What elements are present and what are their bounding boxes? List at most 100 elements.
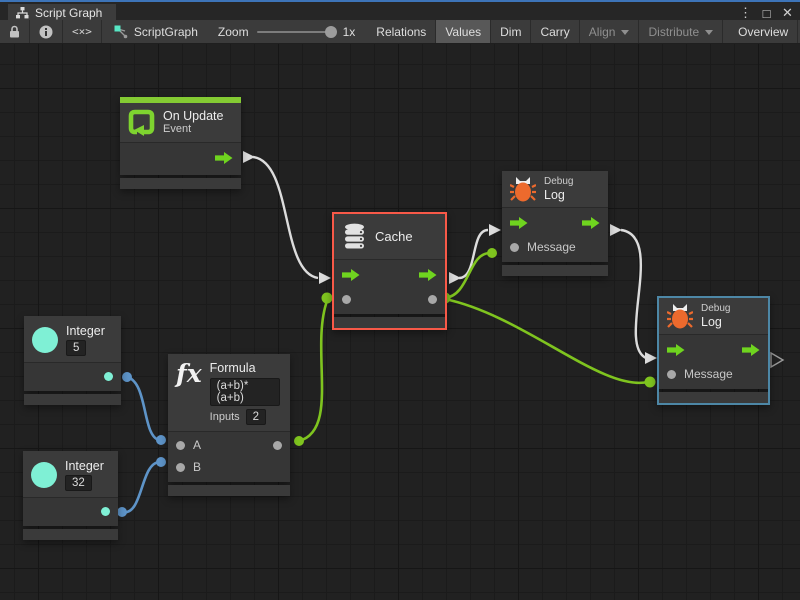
node-footer (659, 392, 768, 403)
zoom-slider-handle[interactable] (325, 26, 337, 38)
integer-icon (32, 327, 58, 353)
flow-out-port[interactable] (215, 152, 233, 164)
node-title: Cache (375, 230, 413, 244)
node-footer (168, 485, 290, 496)
port-label: B (193, 460, 201, 474)
flow-connector-cache-out[interactable] (449, 272, 461, 284)
wire-onupdate-to-cache[interactable] (253, 157, 318, 278)
node-subtitle: Event (163, 123, 191, 136)
window-titlebar: Script Graph ⋮ □ ✕ (0, 0, 800, 20)
bug-icon (667, 303, 693, 329)
wire-log1-to-log2[interactable] (621, 230, 646, 358)
flow-in-port[interactable] (510, 217, 528, 229)
info-button[interactable] (30, 20, 63, 43)
flow-connector-log1-in[interactable] (489, 224, 501, 236)
flow-connector-log2-in[interactable] (645, 352, 657, 364)
value-endpoint[interactable] (122, 372, 132, 382)
inputs-label: Inputs (210, 411, 240, 424)
bug-icon (510, 176, 536, 202)
graph-toolbar: <×> ScriptGraph Zoom 1x Relations Values… (0, 20, 800, 44)
graph-name-label: ScriptGraph (134, 25, 198, 39)
port-label: Message (684, 367, 733, 381)
node-kicker: Debug (701, 303, 730, 315)
node-integer-1[interactable]: Integer 5 (24, 316, 121, 405)
value-out-port[interactable] (428, 295, 437, 304)
node-footer (502, 265, 608, 276)
lock-button[interactable] (0, 20, 30, 43)
node-title: Log (701, 315, 722, 329)
value-in-port[interactable] (342, 295, 351, 304)
node-footer (120, 178, 241, 189)
wire-cache-to-log2-message[interactable] (445, 299, 648, 383)
chevron-down-icon (705, 30, 713, 35)
node-debug-log-2[interactable]: Debug Log Message (659, 298, 768, 403)
value-endpoint[interactable] (117, 507, 127, 517)
wire-integer32-to-formula-b[interactable] (122, 462, 159, 512)
dim-button[interactable]: Dim (491, 20, 531, 43)
zoom-value: 1x (343, 25, 356, 39)
node-debug-log-1[interactable]: Debug Log Message (502, 171, 608, 276)
port-label: Message (527, 240, 576, 254)
graph-canvas[interactable]: On Update Event (0, 44, 800, 600)
inputs-count-field[interactable]: 2 (246, 409, 266, 425)
relations-button[interactable]: Relations (367, 20, 436, 43)
loop-event-icon (128, 109, 155, 136)
message-in-port[interactable] (510, 243, 519, 252)
window-menu-icon[interactable]: ⋮ (737, 5, 754, 21)
value-endpoint[interactable] (156, 457, 166, 467)
value-out-port[interactable] (273, 441, 282, 450)
lock-icon (9, 25, 20, 38)
distribute-dropdown[interactable]: Distribute (639, 20, 723, 43)
flow-connector-log1-out[interactable] (610, 224, 622, 236)
code-preview-button[interactable]: <×> (63, 20, 102, 43)
formula-fx-icon: fx (176, 361, 202, 387)
integer-value-field[interactable]: 32 (65, 475, 92, 491)
node-title: On Update (163, 109, 223, 123)
node-title: Log (544, 188, 565, 202)
wire-integer5-to-formula-a[interactable] (127, 377, 159, 440)
flow-connector-onupdate-out[interactable] (243, 151, 255, 163)
wire-formula-to-cache[interactable] (299, 301, 327, 441)
zoom-slider[interactable] (257, 31, 335, 33)
flow-in-port[interactable] (342, 269, 360, 281)
node-on-update[interactable]: On Update Event (120, 97, 241, 189)
zoom-label: Zoom (218, 25, 249, 39)
database-icon (342, 223, 367, 250)
flow-out-port[interactable] (742, 344, 760, 356)
value-out-port[interactable] (101, 507, 110, 516)
message-in-port[interactable] (667, 370, 676, 379)
flow-connector-log2-out-unconnected[interactable] (771, 353, 783, 367)
port-label: A (193, 438, 201, 452)
value-endpoint[interactable] (322, 293, 333, 304)
value-out-port[interactable] (104, 372, 113, 381)
input-b-port[interactable] (176, 463, 185, 472)
node-footer (24, 394, 121, 405)
align-dropdown[interactable]: Align (580, 20, 640, 43)
input-a-port[interactable] (176, 441, 185, 450)
window-maximize-icon[interactable]: □ (758, 6, 775, 21)
value-endpoint[interactable] (645, 377, 656, 388)
graph-name: ScriptGraph (102, 20, 208, 43)
node-cache[interactable]: Cache (334, 214, 445, 328)
window-close-icon[interactable]: ✕ (779, 5, 796, 21)
flow-in-port[interactable] (667, 344, 685, 356)
value-endpoint[interactable] (294, 436, 304, 446)
node-formula[interactable]: fx Formula (a+b)*(a+b) Inputs 2 A (168, 354, 290, 496)
node-footer (334, 317, 445, 328)
flow-connector-cache-in[interactable] (319, 272, 331, 284)
node-integer-2[interactable]: Integer 32 (23, 451, 118, 540)
overview-button[interactable]: Overview (729, 20, 798, 43)
info-icon (39, 25, 53, 39)
node-kicker: Debug (544, 176, 573, 188)
integer-icon (31, 462, 57, 488)
value-endpoint[interactable] (487, 248, 497, 258)
flow-out-port[interactable] (582, 217, 600, 229)
values-button[interactable]: Values (436, 20, 491, 43)
script-graph-icon (114, 25, 128, 39)
flow-out-port[interactable] (419, 269, 437, 281)
carry-button[interactable]: Carry (531, 20, 579, 43)
value-endpoint[interactable] (156, 435, 166, 445)
formula-expression-field[interactable]: (a+b)*(a+b) (210, 378, 280, 406)
chevron-down-icon (621, 30, 629, 35)
integer-value-field[interactable]: 5 (66, 340, 86, 356)
